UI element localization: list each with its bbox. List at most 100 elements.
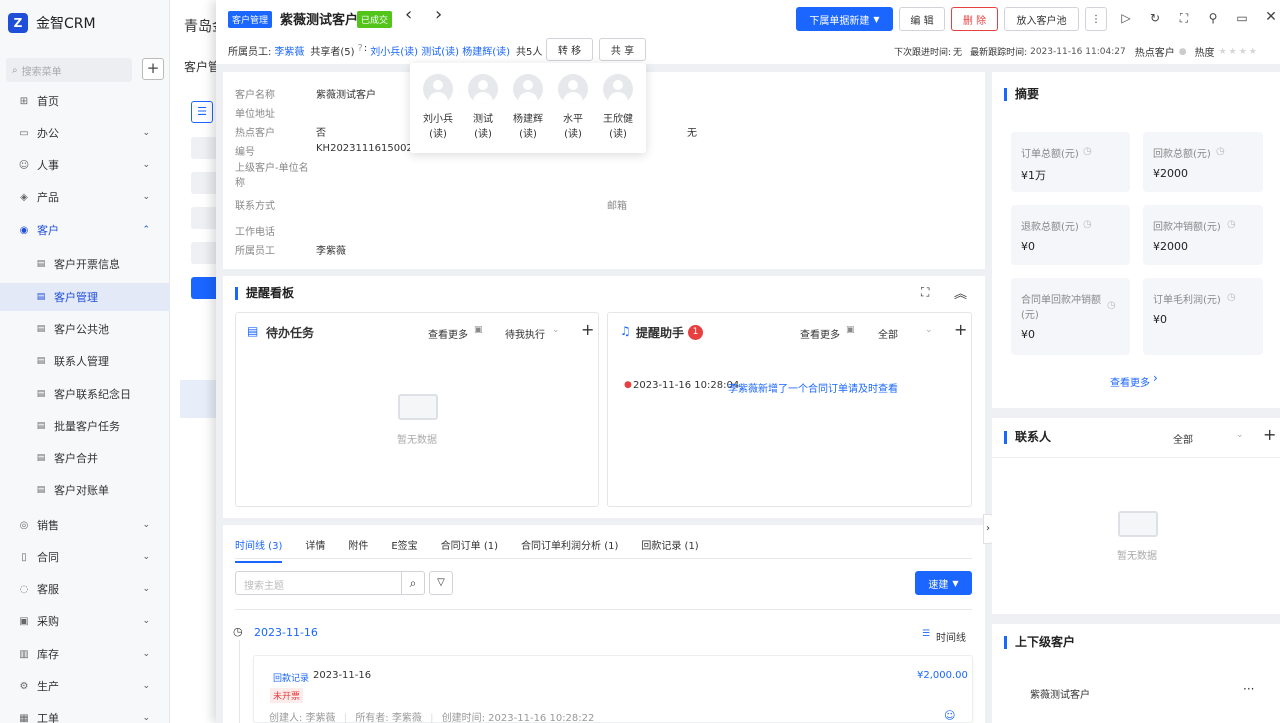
- sidebar-sub-statement[interactable]: ▤ 客户对账单: [0, 476, 170, 504]
- sidebar-item-home[interactable]: ⊞ 首页: [0, 87, 170, 115]
- edit-button[interactable]: 编 辑: [899, 7, 945, 31]
- more-horizontal-icon[interactable]: ···: [1243, 682, 1254, 696]
- sidebar-item-production[interactable]: ⚙ 生产 ⌄: [0, 672, 170, 700]
- todo-empty-text: 暂无数据: [397, 435, 437, 446]
- assistant-title: 提醒助手: [636, 326, 685, 340]
- sidebar-item-customer[interactable]: ◉ 客户 ⌃: [0, 216, 170, 244]
- collapse-up-icon[interactable]: ︽: [954, 283, 967, 302]
- tab-timeline[interactable]: 时间线 (3): [235, 537, 283, 563]
- inventory-icon: ▥: [19, 648, 29, 660]
- assistant-more-link[interactable]: 查看更多: [800, 326, 840, 341]
- sidebar-item-office[interactable]: ▭ 办公 ⌄: [0, 119, 170, 147]
- print-icon[interactable]: ▭: [1233, 9, 1251, 27]
- move-to-pool-button[interactable]: 放入客户池: [1004, 7, 1079, 31]
- sidebar-sub-batch-tasks[interactable]: ▤ 批量客户任务: [0, 412, 170, 440]
- play-icon[interactable]: ▷: [1117, 9, 1135, 27]
- assistant-add-button[interactable]: +: [954, 320, 967, 339]
- sharer-name: 刘小兵: [423, 114, 453, 125]
- refresh-icon[interactable]: ↻: [1146, 9, 1164, 27]
- todo-more-link[interactable]: 查看更多: [428, 326, 468, 341]
- dot-icon: ●: [624, 380, 632, 390]
- sidebar-item-service[interactable]: ◌ 客服 ⌄: [0, 575, 170, 603]
- customer-title: 紫薇测试客户: [280, 13, 359, 28]
- info-icon: ◷: [1227, 219, 1236, 230]
- avatar: [603, 74, 633, 104]
- info-icon: ◷: [1083, 146, 1092, 157]
- sidebar-sub-invoice-info[interactable]: ▤ 客户开票信息: [0, 250, 170, 278]
- new-subordinate-doc-button[interactable]: 下属单据新建 ▼: [796, 7, 893, 31]
- app-logo[interactable]: Z 金智CRM: [8, 12, 96, 34]
- hot-toggle-icon[interactable]: ●: [1179, 47, 1187, 57]
- home-icon: ⊞: [19, 95, 29, 107]
- sidebar-sub-contacts[interactable]: ▤ 联系人管理: [0, 347, 170, 375]
- sidebar-sub-anniversary[interactable]: ▤ 客户联系纪念日: [0, 380, 170, 408]
- prev-record-button[interactable]: ‹: [405, 4, 412, 25]
- timeline-divider: [235, 609, 972, 610]
- menu-search-input[interactable]: ⌕ 搜索菜单: [6, 58, 132, 82]
- sidebar-item-contract[interactable]: ▯ 合同 ⌄: [0, 543, 170, 571]
- tab-attachments[interactable]: 附件: [348, 537, 368, 563]
- sidebar-item-workorder[interactable]: ▦ 工单 ⌄: [0, 704, 170, 723]
- heat-rating-stars[interactable]: ★★★★: [1219, 47, 1259, 57]
- info-icon: ◷: [1227, 292, 1236, 303]
- expand-icon[interactable]: ⛶: [921, 285, 929, 300]
- timeline-view-toggle[interactable]: 时间线: [936, 629, 966, 644]
- quick-create-button[interactable]: 速建 ▼: [915, 571, 972, 595]
- sharer-name: 测试: [473, 114, 493, 125]
- tab-details[interactable]: 详情: [305, 537, 325, 563]
- add-contact-button[interactable]: +: [1263, 425, 1276, 444]
- invoice-status-badge: 未开票: [270, 688, 304, 703]
- sidebar-sub-public-pool[interactable]: ▤ 客户公共池: [0, 315, 170, 343]
- record-date: 2023-11-16: [313, 670, 372, 681]
- hierarchy-item[interactable]: 紫薇测试客户: [1030, 686, 1090, 701]
- more-actions-button[interactable]: ⋮: [1085, 7, 1107, 31]
- empty-box-icon: [398, 394, 438, 420]
- link-icon[interactable]: ⚲: [1204, 9, 1222, 27]
- filter-icon[interactable]: ▽: [429, 571, 453, 595]
- search-icon[interactable]: ⌕: [401, 571, 425, 595]
- chevron-down-icon: ▼: [952, 578, 959, 588]
- bell-icon: ♫: [620, 324, 631, 338]
- comment-icon[interactable]: ☺: [944, 709, 955, 722]
- delete-button[interactable]: 删 除: [951, 7, 998, 31]
- todo-filter-select[interactable]: 待我执行: [505, 326, 545, 341]
- bg-filter-4: [191, 242, 219, 264]
- todo-add-button[interactable]: +: [581, 320, 594, 339]
- close-icon[interactable]: ✕: [1262, 8, 1280, 26]
- transfer-button[interactable]: 转 移: [546, 38, 593, 61]
- add-button[interactable]: +: [142, 58, 164, 80]
- sidebar-item-sales[interactable]: ◎ 销售 ⌄: [0, 511, 170, 539]
- list-view-icon[interactable]: ☰: [191, 101, 213, 123]
- summary-card: 订单总额(元) ¥1万 ◷: [1011, 132, 1130, 192]
- fullscreen-icon[interactable]: ⛶: [1175, 9, 1193, 27]
- sidebar-item-purchase[interactable]: ▣ 采购 ⌄: [0, 607, 170, 635]
- service-icon: ◌: [19, 583, 29, 595]
- next-record-button[interactable]: ›: [435, 4, 442, 25]
- owner-link[interactable]: 李紫薇: [274, 43, 304, 58]
- contract-icon: ▯: [21, 551, 27, 563]
- reminder-link[interactable]: 李紫薇新增了一个合同订单请及时查看: [728, 380, 898, 395]
- contacts-filter-select[interactable]: 全部: [1173, 431, 1193, 446]
- tab-contract-orders[interactable]: 合同订单 (1): [441, 537, 498, 563]
- sidebar-item-product[interactable]: ◈ 产品 ⌄: [0, 183, 170, 211]
- summary-more-link[interactable]: 查看更多: [1110, 374, 1150, 389]
- sharer-list[interactable]: 刘小兵(读) 测试(读) 杨建辉(读): [370, 43, 510, 58]
- sidebar-sub-merge[interactable]: ▤ 客户合并: [0, 444, 170, 472]
- share-button[interactable]: 共 享: [599, 38, 646, 61]
- app-name: 金智CRM: [36, 16, 96, 32]
- tab-payment-records[interactable]: 回款记录 (1): [641, 537, 698, 563]
- tab-profit-analysis[interactable]: 合同订单利润分析 (1): [521, 537, 618, 563]
- field-label: 客户名称: [235, 90, 275, 101]
- logo-icon: Z: [8, 13, 28, 33]
- tab-esign[interactable]: E签宝: [391, 537, 417, 563]
- bg-filter-1: [191, 137, 219, 159]
- timeline-search-input[interactable]: 搜索主题: [235, 571, 402, 595]
- bg-filter-3: [191, 207, 219, 229]
- summary-card: 合同单回款冲销额(元) ¥0 ◷: [1011, 278, 1130, 355]
- chevron-down-icon: ⌄: [925, 325, 933, 335]
- sidebar-sub-customer-management[interactable]: ▤ 客户管理: [0, 283, 170, 311]
- sidebar-item-inventory[interactable]: ▥ 库存 ⌄: [0, 640, 170, 668]
- assistant-filter-select[interactable]: 全部: [878, 326, 898, 341]
- sidebar-item-hr[interactable]: ☺ 人事 ⌄: [0, 151, 170, 179]
- avatar: [423, 74, 453, 104]
